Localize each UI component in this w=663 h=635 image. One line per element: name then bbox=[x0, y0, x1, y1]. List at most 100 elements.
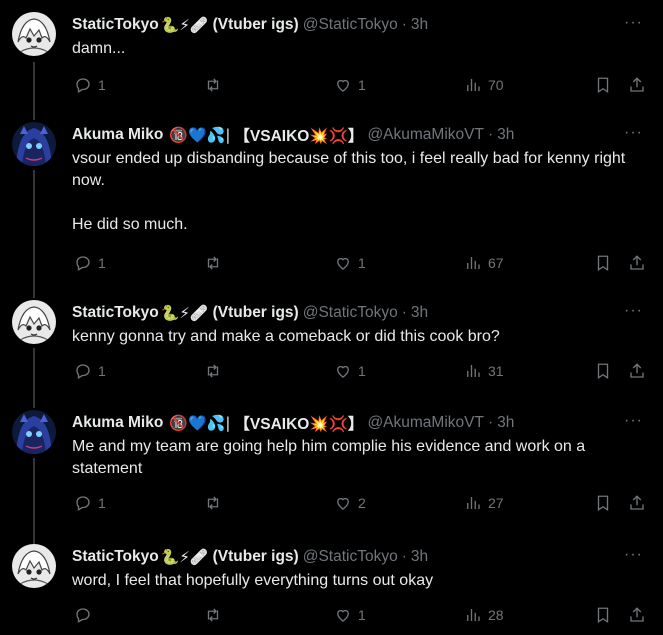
post-header: StaticTokyo 🐍⚡🩹 (Vtuber igs) @StaticToky… bbox=[72, 546, 623, 568]
repost-button[interactable] bbox=[204, 76, 228, 94]
display-name[interactable]: Akuma Miko bbox=[72, 414, 163, 432]
display-name-suffix[interactable]: (Vtuber igs) bbox=[213, 16, 299, 34]
avatar-statictokyo[interactable] bbox=[12, 12, 56, 56]
bookmark-button[interactable] bbox=[594, 362, 612, 380]
display-name[interactable]: Akuma Miko bbox=[72, 126, 163, 144]
bookmark-button[interactable] bbox=[594, 494, 612, 512]
user-handle[interactable]: @StaticTokyo bbox=[303, 304, 398, 322]
separator-dot: · bbox=[487, 126, 494, 143]
like-button[interactable]: 2 bbox=[334, 494, 366, 512]
like-button[interactable]: 1 bbox=[334, 362, 366, 380]
user-handle[interactable]: @AkumaMikoVT bbox=[367, 126, 484, 144]
heart-icon bbox=[337, 497, 349, 510]
views-icon bbox=[467, 497, 480, 509]
avatar-statictokyo[interactable] bbox=[12, 544, 56, 588]
share-button[interactable] bbox=[628, 494, 646, 512]
repost-button[interactable] bbox=[204, 606, 228, 624]
like-button[interactable]: 1 bbox=[334, 254, 366, 272]
bookmark-button[interactable] bbox=[594, 254, 612, 272]
display-name-suffix[interactable]: 【VSAIKO💥💢】 bbox=[234, 124, 363, 146]
user-handle[interactable]: @StaticTokyo bbox=[303, 548, 398, 566]
repost-button[interactable] bbox=[204, 362, 228, 380]
action-bar: 1 1 67 bbox=[72, 252, 652, 274]
share-icon bbox=[630, 495, 644, 510]
more-options-icon[interactable]: ··· bbox=[624, 412, 643, 430]
views-icon bbox=[467, 79, 480, 91]
display-name-suffix[interactable]: (Vtuber igs) bbox=[213, 548, 299, 566]
repost-button[interactable] bbox=[204, 494, 228, 512]
views-button[interactable]: 67 bbox=[464, 254, 504, 272]
avatar-akumamiko[interactable] bbox=[12, 122, 56, 166]
repost-icon bbox=[207, 608, 219, 622]
display-name[interactable]: StaticTokyo bbox=[72, 548, 159, 566]
display-name-suffix[interactable]: (Vtuber igs) bbox=[213, 304, 299, 322]
views-button[interactable]: 28 bbox=[464, 606, 504, 624]
views-button[interactable]: 27 bbox=[464, 494, 504, 512]
post-text: word, I feel that hopefully everything t… bbox=[72, 572, 434, 589]
timestamp[interactable]: 3h bbox=[497, 414, 514, 432]
reply-button[interactable]: 1 bbox=[74, 254, 106, 272]
views-button[interactable]: 31 bbox=[464, 362, 504, 380]
reply-count: 1 bbox=[98, 255, 106, 271]
post-header: Akuma Miko 🔞💙💦| 【VSAIKO💥💢】 @AkumaMikoVT … bbox=[72, 412, 623, 434]
like-button[interactable]: 1 bbox=[334, 76, 366, 94]
timestamp[interactable]: 3h bbox=[411, 304, 428, 322]
post-header: StaticTokyo 🐍⚡🩹 (Vtuber igs) @StaticToky… bbox=[72, 14, 623, 36]
bookmark-button[interactable] bbox=[594, 76, 612, 94]
post-text: Me and my team are going help him compli… bbox=[72, 438, 590, 477]
reply-button[interactable]: 1 bbox=[74, 76, 106, 94]
share-icon bbox=[630, 77, 644, 92]
reply-count: 1 bbox=[98, 363, 106, 379]
like-count: 2 bbox=[358, 495, 366, 511]
timestamp[interactable]: 3h bbox=[497, 126, 514, 144]
like-count: 1 bbox=[358, 363, 366, 379]
reply-button[interactable]: 1 bbox=[74, 494, 106, 512]
like-button[interactable]: 1 bbox=[334, 606, 366, 624]
share-button[interactable] bbox=[628, 254, 646, 272]
views-button[interactable]: 70 bbox=[464, 76, 504, 94]
reply-icon bbox=[76, 364, 90, 379]
post-text: vsour ended up disbanding because of thi… bbox=[72, 150, 626, 233]
bookmark-icon bbox=[597, 495, 609, 512]
user-handle[interactable]: @AkumaMikoVT bbox=[367, 414, 484, 432]
user-handle[interactable]: @StaticTokyo bbox=[303, 16, 398, 34]
avatar-akumamiko[interactable] bbox=[12, 410, 56, 454]
display-name[interactable]: StaticTokyo bbox=[72, 304, 159, 322]
more-options-icon[interactable]: ··· bbox=[624, 302, 643, 320]
bookmark-button[interactable] bbox=[594, 606, 612, 624]
more-options-icon[interactable]: ··· bbox=[624, 124, 643, 142]
repost-icon bbox=[207, 256, 219, 270]
name-emojis: 🔞💙💦| bbox=[169, 414, 231, 432]
more-options-icon[interactable]: ··· bbox=[624, 14, 643, 32]
reply-button[interactable]: 1 bbox=[74, 362, 106, 380]
separator-dot: · bbox=[401, 548, 407, 565]
more-options-icon[interactable]: ··· bbox=[624, 546, 643, 564]
timestamp[interactable]: 3h bbox=[411, 548, 428, 566]
share-button[interactable] bbox=[628, 362, 646, 380]
repost-button[interactable] bbox=[204, 254, 228, 272]
timestamp[interactable]: 3h bbox=[411, 16, 428, 34]
share-icon bbox=[630, 255, 644, 270]
views-icon bbox=[467, 365, 480, 377]
repost-icon bbox=[207, 364, 219, 378]
reply-button[interactable] bbox=[74, 606, 98, 624]
post-header: StaticTokyo 🐍⚡🩹 (Vtuber igs) @StaticToky… bbox=[72, 302, 623, 324]
display-name[interactable]: StaticTokyo bbox=[72, 16, 159, 34]
repost-icon bbox=[207, 496, 219, 510]
reply-icon bbox=[76, 256, 90, 271]
heart-icon bbox=[337, 609, 349, 622]
avatar-statictokyo[interactable] bbox=[12, 300, 56, 344]
views-icon bbox=[467, 609, 480, 621]
post-text: damn... bbox=[72, 40, 126, 57]
post[interactable]: Akuma Miko 🔞💙💦| 【VSAIKO💥💢】 @AkumaMikoVT … bbox=[0, 410, 663, 522]
separator-dot: · bbox=[487, 414, 494, 431]
share-button[interactable] bbox=[628, 606, 646, 624]
name-emojis: 🐍⚡🩹 bbox=[160, 548, 209, 566]
share-button[interactable] bbox=[628, 76, 646, 94]
post[interactable]: StaticTokyo 🐍⚡🩹 (Vtuber igs) @StaticToky… bbox=[0, 12, 663, 102]
post[interactable]: StaticTokyo 🐍⚡🩹 (Vtuber igs) @StaticToky… bbox=[0, 300, 663, 390]
display-name-suffix[interactable]: 【VSAIKO💥💢】 bbox=[234, 412, 363, 434]
post[interactable]: Akuma Miko 🔞💙💦| 【VSAIKO💥💢】 @AkumaMikoVT … bbox=[0, 122, 663, 282]
post[interactable]: StaticTokyo 🐍⚡🩹 (Vtuber igs) @StaticToky… bbox=[0, 544, 663, 634]
heart-icon bbox=[337, 79, 349, 92]
